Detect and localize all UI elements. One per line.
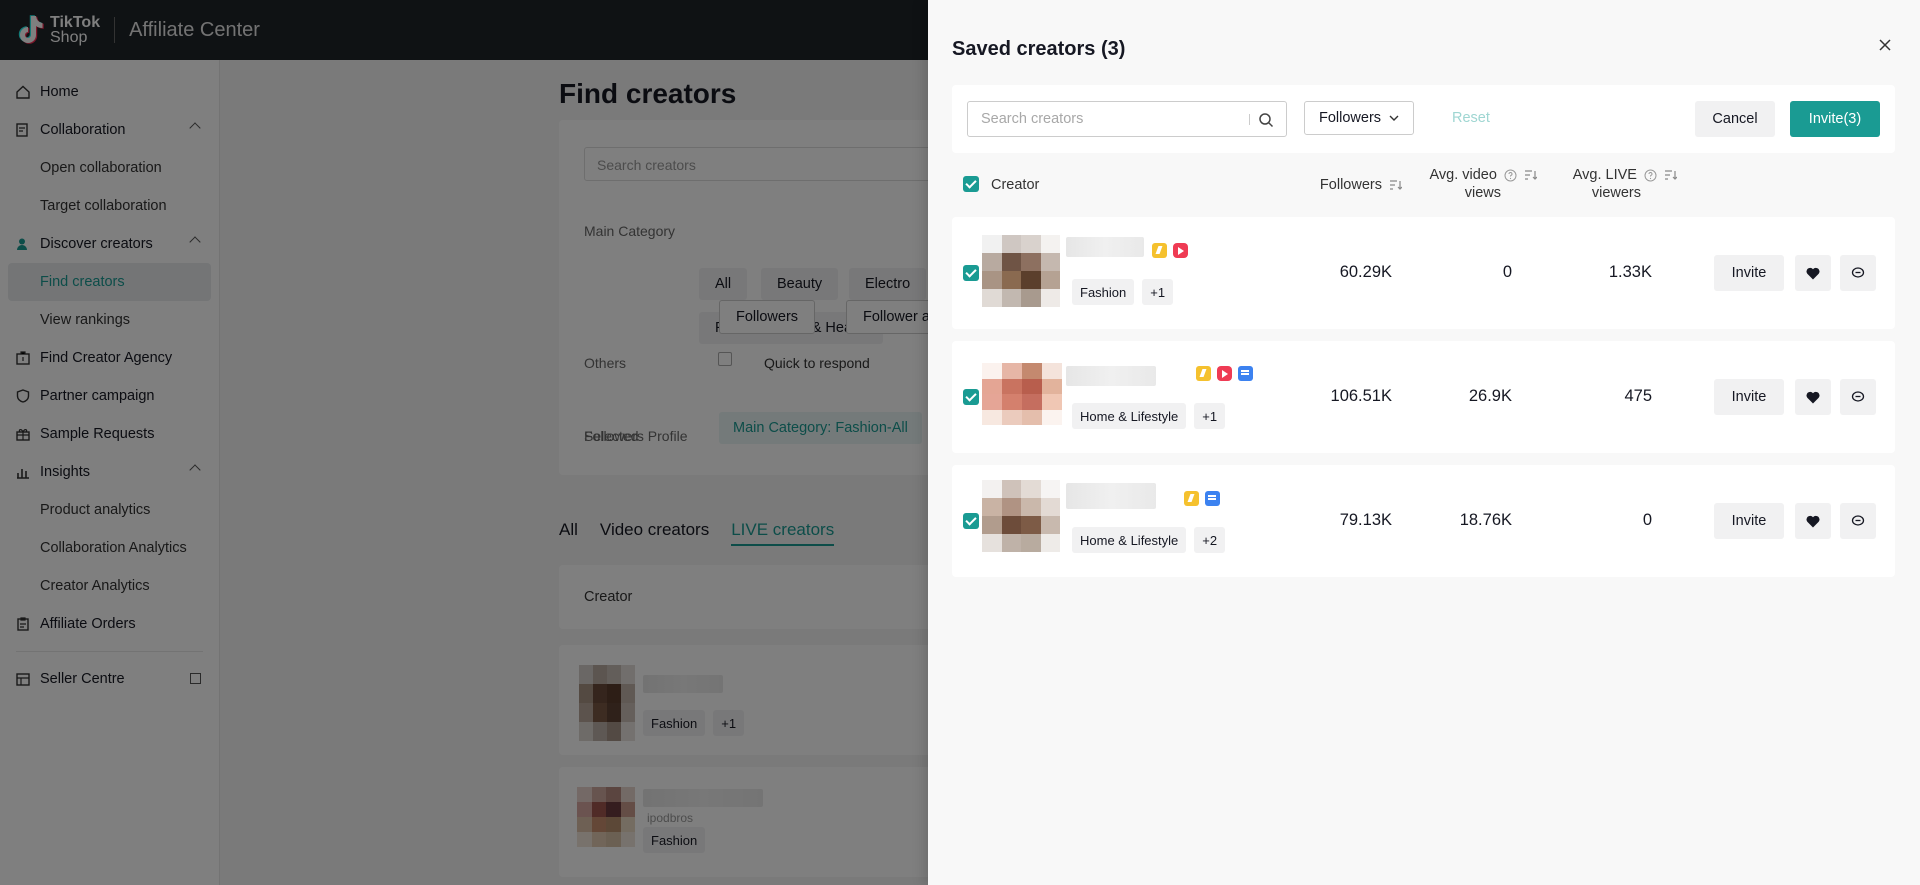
followers-column-header[interactable]: Followers — [1292, 176, 1402, 194]
avatar — [982, 480, 1060, 552]
row-checkbox[interactable] — [963, 513, 979, 529]
followers-value: 106.51K — [1330, 387, 1392, 405]
avg-live-viewers-header-line2: viewers — [1591, 185, 1641, 201]
more-tags-badge[interactable]: +1 — [1142, 279, 1174, 305]
heart-icon — [1806, 515, 1820, 527]
avg-video-views-value: 18.76K — [1459, 511, 1512, 529]
help-icon[interactable] — [1504, 169, 1517, 182]
more-tags-badge[interactable]: +1 — [1194, 403, 1226, 429]
avatar — [982, 235, 1060, 307]
fast-response-badge-icon — [1196, 366, 1211, 381]
avg-live-viewers-column-header[interactable]: Avg. LIVE viewers — [1552, 166, 1677, 202]
live-badge-icon — [1217, 366, 1232, 381]
avg-video-views-header-line2: views — [1464, 185, 1501, 201]
category-tag: Fashion — [1072, 279, 1135, 305]
message-button[interactable] — [1840, 379, 1876, 415]
creator-name-blurred[interactable] — [1066, 366, 1156, 386]
table-row[interactable]: Fashion +1 60.29K 0 1.33K Invite — [952, 217, 1895, 329]
creator-name-blurred[interactable] — [1066, 237, 1144, 257]
search-box — [967, 101, 1287, 137]
table-header: Creator Followers Avg. video views Avg. … — [952, 160, 1895, 210]
avg-video-views-header-line1: Avg. video — [1429, 167, 1497, 183]
row-checkbox[interactable] — [963, 265, 979, 281]
chat-icon — [1851, 391, 1865, 402]
avg-video-views-value: 26.9K — [1468, 387, 1512, 405]
cancel-button[interactable]: Cancel — [1695, 101, 1775, 137]
chevron-down-icon — [1389, 115, 1399, 121]
invite-button[interactable]: Invite — [1714, 379, 1784, 415]
favorite-button[interactable] — [1795, 379, 1831, 415]
category-tag: Home & Lifestyle — [1072, 527, 1187, 553]
row-checkbox[interactable] — [963, 389, 979, 405]
followers-dropdown[interactable]: Followers — [1304, 101, 1415, 135]
category-tag: Home & Lifestyle — [1072, 403, 1187, 429]
favorite-button[interactable] — [1795, 255, 1831, 291]
creator-name-blurred[interactable] — [1066, 483, 1156, 509]
message-button[interactable] — [1840, 255, 1876, 291]
message-button[interactable] — [1840, 503, 1876, 539]
drawer-title: Saved creators (3) — [952, 38, 1126, 60]
avatar — [982, 363, 1062, 425]
avg-video-views-value: 0 — [1502, 263, 1512, 281]
drawer-toolbar: Followers Reset Cancel Invite(3) — [952, 85, 1895, 153]
help-icon[interactable] — [1644, 169, 1657, 182]
close-icon[interactable] — [1876, 36, 1894, 54]
followers-value: 60.29K — [1339, 263, 1392, 281]
table-row[interactable]: Home & Lifestyle +1 106.51K 26.9K 475 In… — [952, 341, 1895, 453]
avg-video-views-column-header[interactable]: Avg. video views — [1407, 166, 1537, 202]
avg-live-viewers-value: 1.33K — [1608, 263, 1652, 281]
sort-icon[interactable] — [1525, 170, 1537, 181]
chat-icon — [1851, 515, 1865, 526]
fast-response-badge-icon — [1152, 243, 1167, 258]
search-separator — [1249, 114, 1250, 125]
chat-icon — [1851, 267, 1865, 278]
heart-icon — [1806, 267, 1820, 279]
followers-dropdown-label: Followers — [1319, 110, 1382, 126]
followers-value: 79.13K — [1339, 511, 1392, 529]
reset-button[interactable]: Reset — [1452, 110, 1490, 126]
video-badge-icon — [1205, 491, 1220, 506]
favorite-button[interactable] — [1795, 503, 1831, 539]
select-all-checkbox[interactable] — [963, 176, 979, 192]
avg-live-viewers-value: 475 — [1624, 387, 1652, 405]
search-icon[interactable] — [1258, 112, 1274, 128]
heart-icon — [1806, 391, 1820, 403]
invite-button[interactable]: Invite — [1714, 255, 1784, 291]
sort-icon[interactable] — [1665, 170, 1677, 181]
live-badge-icon — [1173, 243, 1188, 258]
more-tags-badge[interactable]: +2 — [1194, 527, 1226, 553]
invite-button[interactable]: Invite — [1714, 503, 1784, 539]
search-input[interactable] — [968, 102, 1253, 136]
creator-column-header: Creator — [991, 177, 1040, 193]
sort-icon[interactable] — [1390, 180, 1402, 191]
invite-all-button[interactable]: Invite(3) — [1790, 101, 1880, 137]
saved-creators-drawer: Saved creators (3) Followers Reset Cance… — [928, 0, 1920, 885]
avg-live-viewers-value: 0 — [1642, 511, 1652, 529]
fast-response-badge-icon — [1184, 491, 1199, 506]
video-badge-icon — [1238, 366, 1253, 381]
table-row[interactable]: Home & Lifestyle +2 79.13K 18.76K 0 Invi… — [952, 465, 1895, 577]
followers-header-label: Followers — [1319, 177, 1382, 193]
avg-live-viewers-header-line1: Avg. LIVE — [1572, 167, 1637, 183]
modal-overlay[interactable] — [0, 0, 928, 885]
